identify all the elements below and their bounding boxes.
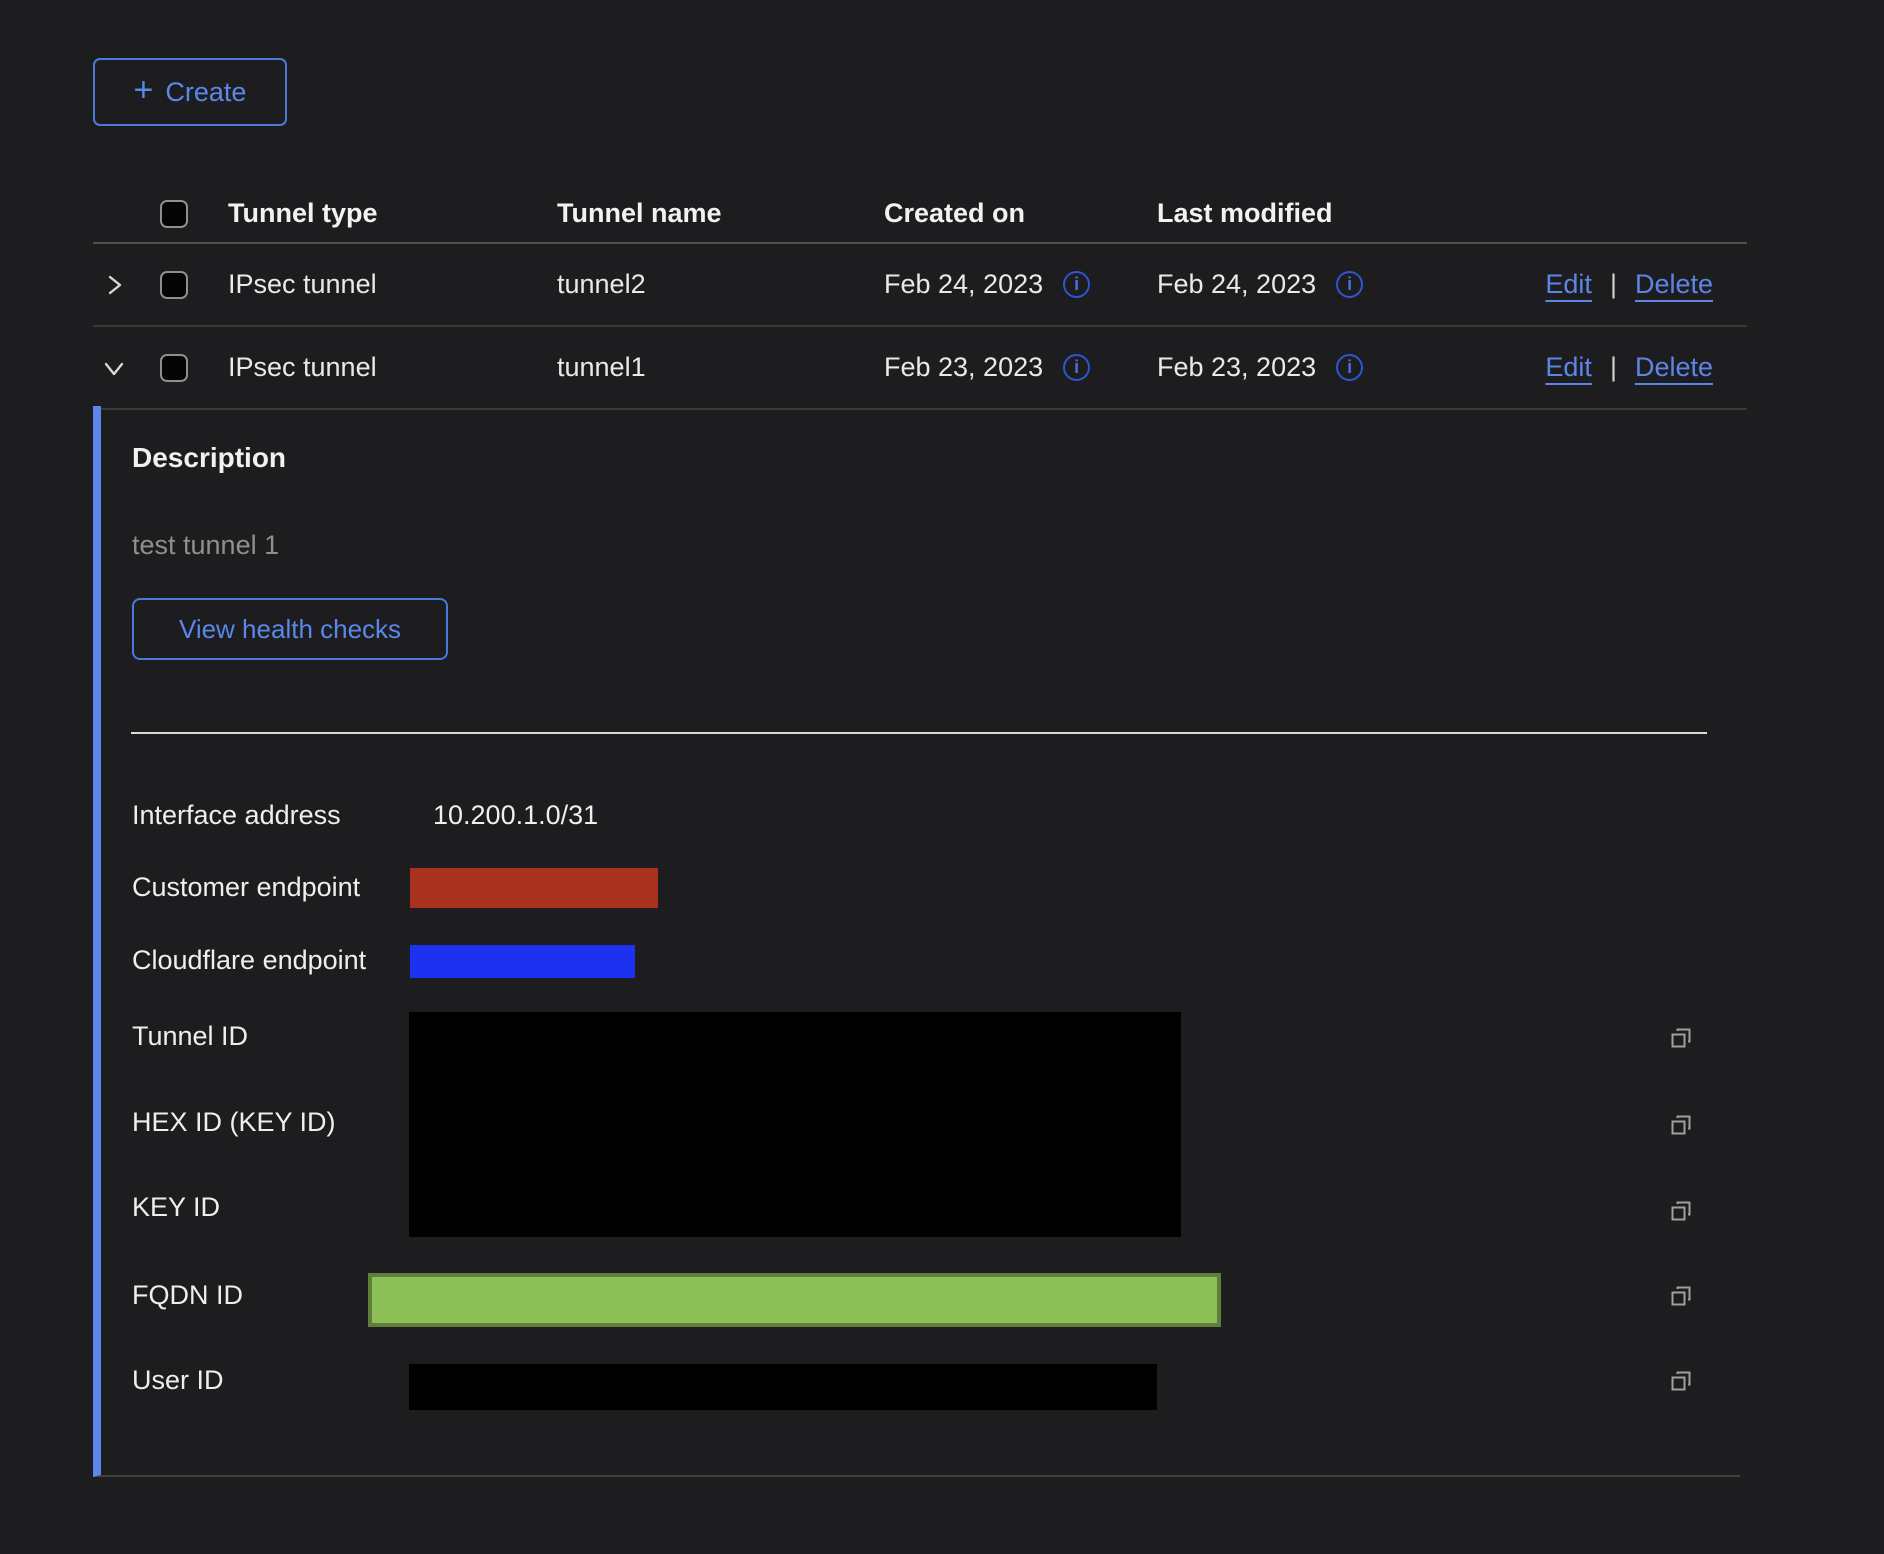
table-row-tunnel2: IPsec tunnel tunnel2 Feb 24, 2023 i Feb … — [93, 244, 1747, 327]
fqdn-id-label: FQDN ID — [132, 1280, 243, 1311]
copy-icon[interactable] — [1668, 1112, 1694, 1138]
table-header-row: Tunnel type Tunnel name Created on Last … — [93, 185, 1747, 244]
created-on-cell: Feb 24, 2023 — [884, 269, 1043, 300]
customer-endpoint-redacted-value — [410, 868, 658, 908]
edit-link[interactable]: Edit — [1545, 269, 1592, 300]
interface-address-value: 10.200.1.0/31 — [433, 800, 598, 831]
view-health-checks-button[interactable]: View health checks — [132, 598, 448, 660]
chevron-right-icon[interactable] — [101, 272, 127, 298]
plus-icon: + — [134, 73, 154, 107]
chevron-down-icon[interactable] — [101, 355, 127, 381]
create-button[interactable]: + Create — [93, 58, 287, 126]
edit-link[interactable]: Edit — [1545, 352, 1592, 383]
tunnel-name-cell: tunnel1 — [557, 352, 884, 383]
description-value: test tunnel 1 — [132, 530, 279, 561]
table-row-tunnel1: IPsec tunnel tunnel1 Feb 23, 2023 i Feb … — [93, 327, 1747, 410]
fqdn-id-redacted-value — [368, 1273, 1221, 1327]
section-divider — [131, 732, 1707, 734]
hex-id-label: HEX ID (KEY ID) — [132, 1107, 336, 1138]
info-icon[interactable]: i — [1336, 271, 1363, 298]
copy-icon[interactable] — [1668, 1368, 1694, 1394]
key-id-label: KEY ID — [132, 1192, 220, 1223]
delete-link[interactable]: Delete — [1635, 352, 1713, 383]
cloudflare-endpoint-redacted-value — [410, 945, 635, 978]
tunnel-type-cell: IPsec tunnel — [228, 269, 557, 300]
select-all-checkbox[interactable] — [160, 200, 188, 228]
info-icon[interactable]: i — [1336, 354, 1363, 381]
info-icon[interactable]: i — [1063, 354, 1090, 381]
interface-address-label: Interface address — [132, 800, 341, 831]
tunnel-id-label: Tunnel ID — [132, 1021, 248, 1052]
last-modified-cell: Feb 23, 2023 — [1157, 352, 1316, 383]
ids-redacted-value — [409, 1012, 1181, 1237]
column-header-tunnel-type: Tunnel type — [228, 198, 557, 229]
info-icon[interactable]: i — [1063, 271, 1090, 298]
row-checkbox[interactable] — [160, 271, 188, 299]
created-on-cell: Feb 23, 2023 — [884, 352, 1043, 383]
copy-icon[interactable] — [1668, 1198, 1694, 1224]
column-header-created-on: Created on — [884, 198, 1157, 229]
cloudflare-endpoint-label: Cloudflare endpoint — [132, 945, 366, 976]
tunnel-type-cell: IPsec tunnel — [228, 352, 557, 383]
tunnels-table: Tunnel type Tunnel name Created on Last … — [93, 185, 1747, 410]
row-checkbox[interactable] — [160, 354, 188, 382]
description-label: Description — [132, 442, 286, 474]
customer-endpoint-label: Customer endpoint — [132, 872, 360, 903]
delete-link[interactable]: Delete — [1635, 269, 1713, 300]
user-id-redacted-value — [409, 1364, 1157, 1410]
tunnel-name-cell: tunnel2 — [557, 269, 884, 300]
create-button-label: Create — [165, 77, 246, 108]
action-separator: | — [1610, 352, 1617, 383]
action-separator: | — [1610, 269, 1617, 300]
column-header-tunnel-name: Tunnel name — [557, 198, 884, 229]
copy-icon[interactable] — [1668, 1283, 1694, 1309]
user-id-label: User ID — [132, 1365, 224, 1396]
tunnel-detail-panel: Description test tunnel 1 View health ch… — [93, 406, 1740, 1477]
copy-icon[interactable] — [1668, 1025, 1694, 1051]
last-modified-cell: Feb 24, 2023 — [1157, 269, 1316, 300]
column-header-last-modified: Last modified — [1157, 198, 1713, 229]
